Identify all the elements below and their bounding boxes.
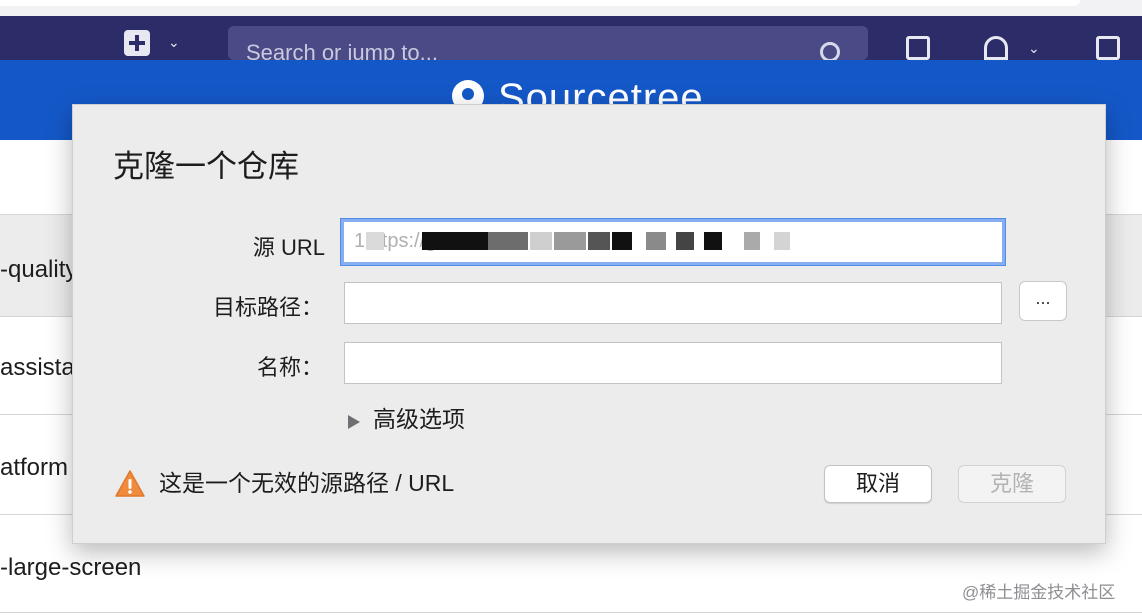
pull-request-icon[interactable] [984,36,1008,60]
browse-button[interactable]: ... [1019,281,1067,321]
source-url-label: 源 URL [252,235,325,260]
redaction-block [588,232,610,250]
redaction-block [422,232,488,250]
redaction-block [744,232,760,250]
redaction-block [366,232,384,250]
source-url-field[interactable]: 1https://git.i [341,219,1005,265]
disclosure-triangle-icon[interactable] [348,415,360,429]
redaction-block [612,232,632,250]
chevron-down-icon[interactable]: ⌄ [1028,40,1040,57]
redaction-block [676,232,694,250]
redaction-block [488,232,528,250]
redaction-block [530,232,552,250]
name-label: 名称： [256,355,323,380]
target-path-label: 目标路径： [212,295,323,320]
browser-top-strip [0,0,1142,16]
redaction-block [646,232,666,250]
warning-triangle-icon [115,470,145,497]
list-item[interactable]: atform [0,454,68,482]
target-path-field[interactable] [344,282,1002,324]
plus-icon[interactable] [124,30,150,56]
redaction-block [774,232,790,250]
warning-message: 这是一个无效的源路径 / URL [159,470,455,496]
dialog-title: 克隆一个仓库 [113,149,299,184]
search-input[interactable]: Search or jump to... [228,26,868,60]
advanced-options-toggle[interactable]: 高级选项 [373,405,465,433]
cancel-button[interactable]: 取消 [824,465,932,503]
checkbox-icon[interactable] [1096,36,1120,60]
list-item[interactable]: -large-screen [0,554,141,582]
list-item[interactable]: -quality [0,256,77,284]
list-divider [0,612,1142,613]
browser-tab-pill [0,0,1080,6]
watermark: @稀土掘金技术社区 [962,583,1116,602]
issues-icon[interactable] [906,36,930,60]
chevron-down-icon[interactable]: ⌄ [168,34,180,51]
search-icon [820,42,840,62]
name-field[interactable] [344,342,1002,384]
clone-button[interactable]: 克隆 [958,465,1066,503]
redaction-block [704,232,722,250]
redaction-block [554,232,586,250]
clone-repository-dialog: 克隆一个仓库 源 URL 1https://git.i 目标路径： ... 名称… [72,104,1106,544]
